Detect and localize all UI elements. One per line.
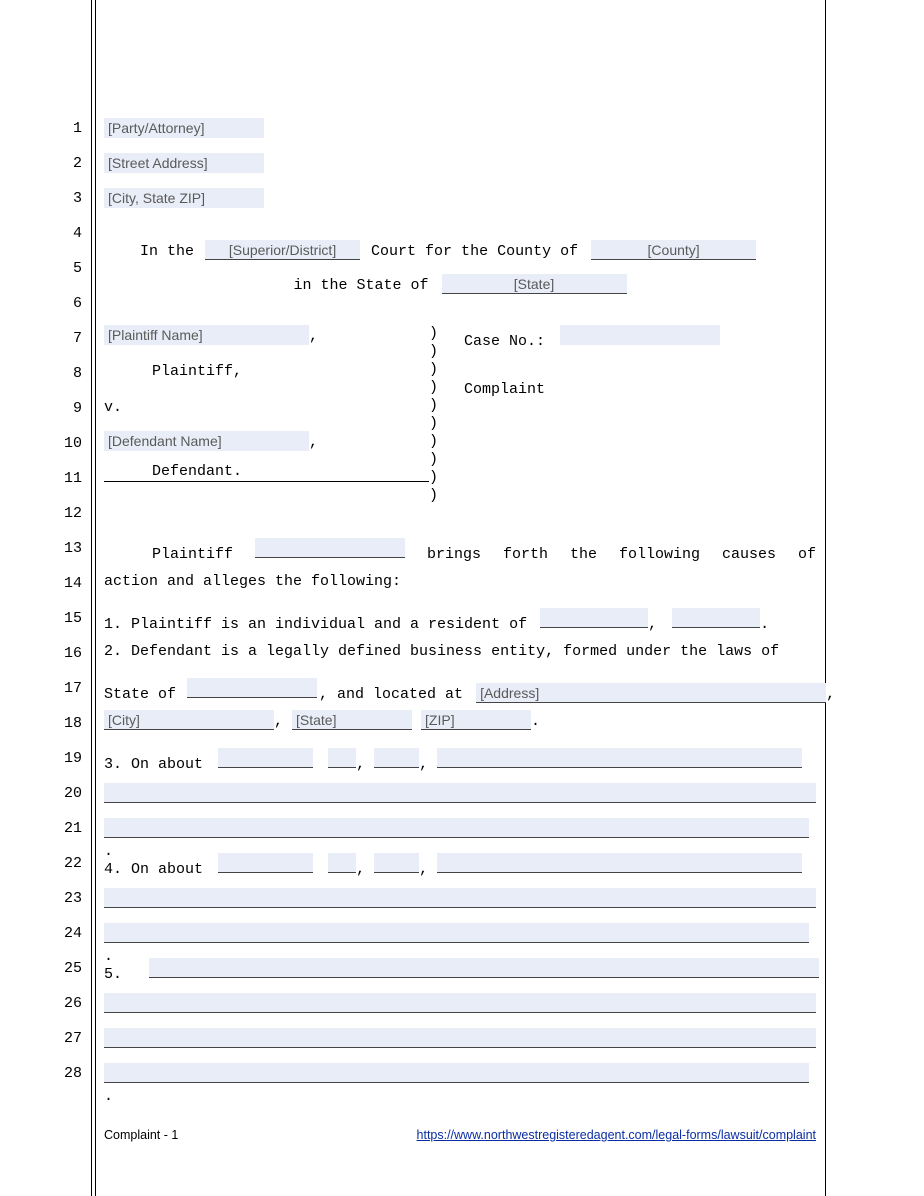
line-number: 26 (0, 995, 82, 1012)
line-number: 9 (0, 400, 82, 417)
footer-link[interactable]: https://www.northwestregisteredagent.com… (417, 1128, 816, 1142)
vertical-rule-2 (95, 0, 96, 1196)
line-number: 17 (0, 680, 82, 697)
line-number: 5 (0, 260, 82, 277)
line-number: 13 (0, 540, 82, 557)
para4-day-blank[interactable] (328, 853, 356, 873)
line-number: 18 (0, 715, 82, 732)
party-attorney-field[interactable]: [Party/Attorney] (104, 118, 264, 138)
zip-field[interactable]: [ZIP] (421, 710, 531, 730)
line-number: 23 (0, 890, 82, 907)
line-number: 28 (0, 1065, 82, 1082)
para4-year-blank[interactable] (374, 853, 419, 873)
para3-line3-blank[interactable] (104, 818, 809, 838)
address-field[interactable]: [Address] (476, 683, 826, 703)
para4-line2-blank[interactable] (104, 888, 816, 908)
pleading-page: 1234567891011121314151617181920212223242… (0, 0, 924, 1196)
line-number: 24 (0, 925, 82, 942)
intro-tail: brings forth the following causes of (427, 546, 816, 563)
para3-day-blank[interactable] (328, 748, 356, 768)
line-number: 2 (0, 155, 82, 172)
court-prefix: In the (104, 243, 194, 260)
document-title: Complaint (464, 381, 545, 398)
caption-underline (104, 481, 429, 482)
intro-line2: action and alleges the following: (104, 573, 401, 590)
para1-city-blank[interactable] (540, 608, 648, 628)
court-mid: Court for the County of (371, 243, 578, 260)
caption-parens: )))))))))) (429, 325, 449, 505)
court-state-field[interactable]: [State] (442, 274, 627, 294)
city-state-zip-field[interactable]: [City, State ZIP] (104, 188, 264, 208)
vertical-rule-1 (91, 0, 92, 1196)
line-number: 7 (0, 330, 82, 347)
plaintiff-name-field[interactable]: [Plaintiff Name] (104, 325, 309, 345)
page-footer: Complaint - 1 https://www.northwestregis… (104, 1128, 816, 1142)
para4-line3-blank[interactable] (104, 923, 809, 943)
para5-line3-blank[interactable] (104, 1028, 816, 1048)
line-number: 25 (0, 960, 82, 977)
vertical-rule-3 (825, 0, 826, 1196)
line-number: 8 (0, 365, 82, 382)
para5-prefix: 5. (104, 966, 122, 983)
para4-month-blank[interactable] (218, 853, 313, 873)
defendant-label: Defendant. (152, 463, 242, 480)
para4-prefix: 4. On about (104, 861, 203, 878)
para1-period: . (760, 616, 769, 633)
para2b-prefix: State of (104, 686, 176, 703)
county-field[interactable]: [County] (591, 240, 756, 260)
line-number: 21 (0, 820, 82, 837)
defendant-comma: , (309, 434, 318, 451)
case-no-label: Case No.: (464, 333, 545, 350)
para2b-state-blank[interactable] (187, 678, 317, 698)
line-number: 27 (0, 1030, 82, 1047)
court-line2-prefix: in the State of (293, 277, 428, 294)
para3-tail-blank[interactable] (437, 748, 802, 768)
case-no-field[interactable] (560, 325, 720, 345)
line-number: 16 (0, 645, 82, 662)
para2-text: 2. Defendant is a legally defined busine… (104, 643, 779, 660)
para3-month-blank[interactable] (218, 748, 313, 768)
line-number: 4 (0, 225, 82, 242)
line-number: 10 (0, 435, 82, 452)
city-field[interactable]: [City] (104, 710, 274, 730)
para1-prefix: 1. Plaintiff is an individual and a resi… (104, 616, 527, 633)
line-number: 15 (0, 610, 82, 627)
line-number: 20 (0, 785, 82, 802)
para5-line4-blank[interactable] (104, 1063, 809, 1083)
footer-left: Complaint - 1 (104, 1128, 178, 1142)
line-number: 12 (0, 505, 82, 522)
para4-tail-blank[interactable] (437, 853, 802, 873)
court-type-field[interactable]: [Superior/District] (205, 240, 360, 260)
line-number: 14 (0, 575, 82, 592)
para5-line1-blank[interactable] (149, 958, 819, 978)
line-number: 11 (0, 470, 82, 487)
line-number: 3 (0, 190, 82, 207)
line-number: 19 (0, 750, 82, 767)
versus-label: v. (104, 399, 122, 416)
line-number: 1 (0, 120, 82, 137)
para5-line2-blank[interactable] (104, 993, 816, 1013)
para3-year-blank[interactable] (374, 748, 419, 768)
line-number: 22 (0, 855, 82, 872)
para1-state-blank[interactable] (672, 608, 760, 628)
para2b-mid: , and located at (319, 686, 463, 703)
plaintiff-comma: , (309, 328, 318, 345)
caption-block: [Plaintiff Name], Plaintiff, v. [Defenda… (104, 325, 816, 500)
line-number: 6 (0, 295, 82, 312)
para1-comma: , (648, 616, 657, 633)
para3-line2-blank[interactable] (104, 783, 816, 803)
intro-plaintiff-word: Plaintiff (104, 546, 233, 563)
intro-plaintiff-name-blank[interactable] (255, 538, 405, 558)
defendant-name-field[interactable]: [Defendant Name] (104, 431, 309, 451)
para3-prefix: 3. On about (104, 756, 203, 773)
street-address-field[interactable]: [Street Address] (104, 153, 264, 173)
plaintiff-label: Plaintiff, (152, 363, 242, 380)
state-field[interactable]: [State] (292, 710, 412, 730)
